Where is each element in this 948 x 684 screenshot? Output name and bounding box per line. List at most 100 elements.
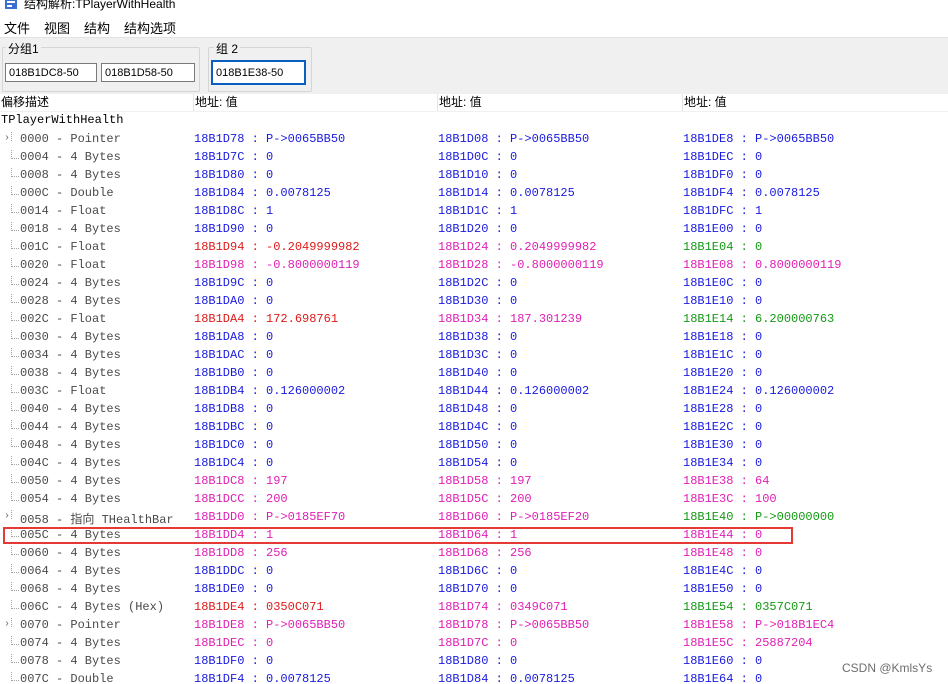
- address-value-cell[interactable]: 18B1D9C : 0: [194, 276, 273, 290]
- address-value-cell[interactable]: 18B1DF0 : 0: [194, 654, 273, 668]
- address-value-cell[interactable]: 18B1E18 : 0: [683, 330, 762, 344]
- address-value-cell[interactable]: 18B1E4C : 0: [683, 564, 762, 578]
- group-1-address-2[interactable]: [101, 63, 195, 82]
- address-value-cell[interactable]: 18B1DBC : 0: [194, 420, 273, 434]
- address-value-cell[interactable]: 18B1D0C : 0: [438, 150, 517, 164]
- address-value-cell[interactable]: 18B1DF0 : 0: [683, 168, 762, 182]
- tree-row[interactable]: 0004 - 4 Bytes 18B1D7C : 0 18B1D0C : 0 18B1…: [0, 148, 948, 166]
- row-offset-desc[interactable]: › 0070 - Pointer: [0, 618, 194, 634]
- tree-row[interactable]: 0008 - 4 Bytes 18B1D80 : 0 18B1D10 : 0 18B1…: [0, 166, 948, 184]
- address-value-cell[interactable]: 18B1D90 : 0: [194, 222, 273, 236]
- row-offset-desc[interactable]: 0004 - 4 Bytes: [0, 150, 194, 166]
- row-offset-desc[interactable]: 0024 - 4 Bytes: [0, 276, 194, 292]
- row-offset-desc[interactable]: 0050 - 4 Bytes: [0, 474, 194, 490]
- column-header-address-3[interactable]: 地址: 值: [683, 94, 948, 111]
- address-value-cell[interactable]: 18B1DF4 : 0.0078125: [194, 672, 331, 684]
- tree-row[interactable]: 000C - Double 18B1D84 : 0.0078125 18B1D14 …: [0, 184, 948, 202]
- address-value-cell[interactable]: 18B1D50 : 0: [438, 438, 517, 452]
- structure-tree[interactable]: TPlayerWithHealth › 0000 - Pointer 18B1D78…: [0, 112, 948, 684]
- menu-structure-options[interactable]: 结构选项: [124, 18, 176, 37]
- tree-row[interactable]: 007C - Double 18B1DF4 : 0.0078125 18B1D84 …: [0, 670, 948, 684]
- row-offset-desc[interactable]: 0060 - 4 Bytes: [0, 546, 194, 562]
- column-header-address-1[interactable]: 地址: 值: [194, 94, 438, 111]
- row-offset-desc[interactable]: 0048 - 4 Bytes: [0, 438, 194, 454]
- row-offset-desc[interactable]: 003C - Float: [0, 384, 194, 400]
- address-value-cell[interactable]: 18B1D78 : P->0065BB50: [194, 132, 345, 146]
- tree-row[interactable]: 006C - 4 Bytes (Hex) 18B1DE4 : 0350C071 18…: [0, 598, 948, 616]
- address-value-cell[interactable]: 18B1E40 : P->00000000: [683, 510, 834, 524]
- address-value-cell[interactable]: 18B1E54 : 0357C071: [683, 600, 813, 614]
- row-offset-desc[interactable]: 0064 - 4 Bytes: [0, 564, 194, 580]
- address-value-cell[interactable]: 18B1E08 : 0.8000000119: [683, 258, 841, 272]
- tree-row[interactable]: 0020 - Float 18B1D98 : -0.8000000119 18B1D…: [0, 256, 948, 274]
- row-offset-desc[interactable]: 0008 - 4 Bytes: [0, 168, 194, 184]
- row-offset-desc[interactable]: 0074 - 4 Bytes: [0, 636, 194, 652]
- address-value-cell[interactable]: 18B1D58 : 197: [438, 474, 532, 488]
- address-value-cell[interactable]: 18B1E3C : 100: [683, 492, 777, 506]
- row-offset-desc[interactable]: 0018 - 4 Bytes: [0, 222, 194, 238]
- tree-row[interactable]: 0014 - Float 18B1D8C : 1 18B1D1C : 1 18B1DF…: [0, 202, 948, 220]
- address-value-cell[interactable]: 18B1DE0 : 0: [194, 582, 273, 596]
- menu-file[interactable]: 文件: [4, 18, 30, 37]
- address-value-cell[interactable]: 18B1D78 : P->0065BB50: [438, 618, 589, 632]
- address-value-cell[interactable]: 18B1E38 : 64: [683, 474, 769, 488]
- tree-row[interactable]: 0028 - 4 Bytes 18B1DA0 : 0 18B1D30 : 0 18B1…: [0, 292, 948, 310]
- row-offset-desc[interactable]: 0038 - 4 Bytes: [0, 366, 194, 382]
- address-value-cell[interactable]: 18B1E28 : 0: [683, 402, 762, 416]
- tree-row[interactable]: 0078 - 4 Bytes 18B1DF0 : 0 18B1D80 : 0 18B1…: [0, 652, 948, 670]
- address-value-cell[interactable]: 18B1DB4 : 0.126000002: [194, 384, 345, 398]
- address-value-cell[interactable]: 18B1D14 : 0.0078125: [438, 186, 575, 200]
- tree-row[interactable]: 005C - 4 Bytes 18B1DD4 : 1 18B1D64 : 1 18B1…: [0, 526, 948, 544]
- address-value-cell[interactable]: 18B1DEC : 0: [194, 636, 273, 650]
- address-value-cell[interactable]: 18B1D1C : 1: [438, 204, 517, 218]
- menu-view[interactable]: 视图: [44, 18, 70, 37]
- address-value-cell[interactable]: 18B1E14 : 6.200000763: [683, 312, 834, 326]
- tree-row[interactable]: 0030 - 4 Bytes 18B1DA8 : 0 18B1D38 : 0 18B1…: [0, 328, 948, 346]
- address-value-cell[interactable]: 18B1E34 : 0: [683, 456, 762, 470]
- address-value-cell[interactable]: 18B1D98 : -0.8000000119: [194, 258, 360, 272]
- row-offset-desc[interactable]: 0028 - 4 Bytes: [0, 294, 194, 310]
- tree-row[interactable]: 0074 - 4 Bytes 18B1DEC : 0 18B1D7C : 0 18B1…: [0, 634, 948, 652]
- address-value-cell[interactable]: 18B1DB8 : 0: [194, 402, 273, 416]
- address-value-cell[interactable]: 18B1E00 : 0: [683, 222, 762, 236]
- address-value-cell[interactable]: 18B1D4C : 0: [438, 420, 517, 434]
- row-offset-desc[interactable]: 0020 - Float: [0, 258, 194, 274]
- tree-row[interactable]: 0048 - 4 Bytes 18B1DC0 : 0 18B1D50 : 0 18B1…: [0, 436, 948, 454]
- address-value-cell[interactable]: 18B1DE8 : P->0065BB50: [194, 618, 345, 632]
- address-value-cell[interactable]: 18B1E04 : 0: [683, 240, 762, 254]
- address-value-cell[interactable]: 18B1D80 : 0: [438, 654, 517, 668]
- row-offset-desc[interactable]: 0030 - 4 Bytes: [0, 330, 194, 346]
- address-value-cell[interactable]: 18B1DEC : 0: [683, 150, 762, 164]
- address-value-cell[interactable]: 18B1DE8 : P->0065BB50: [683, 132, 834, 146]
- row-offset-desc[interactable]: 0068 - 4 Bytes: [0, 582, 194, 598]
- address-value-cell[interactable]: 18B1D54 : 0: [438, 456, 517, 470]
- address-value-cell[interactable]: 18B1DC8 : 197: [194, 474, 288, 488]
- row-offset-desc[interactable]: 007C - Double: [0, 672, 194, 684]
- tree-row[interactable]: 0038 - 4 Bytes 18B1DB0 : 0 18B1D40 : 0 18B1…: [0, 364, 948, 382]
- menu-structure[interactable]: 结构: [84, 18, 110, 37]
- address-value-cell[interactable]: 18B1DB0 : 0: [194, 366, 273, 380]
- tree-row[interactable]: 0064 - 4 Bytes 18B1DDC : 0 18B1D6C : 0 18B1…: [0, 562, 948, 580]
- tree-row[interactable]: 0018 - 4 Bytes 18B1D90 : 0 18B1D20 : 0 18B1…: [0, 220, 948, 238]
- address-value-cell[interactable]: 18B1D38 : 0: [438, 330, 517, 344]
- address-value-cell[interactable]: 18B1DE4 : 0350C071: [194, 600, 324, 614]
- tree-row[interactable]: 0040 - 4 Bytes 18B1DB8 : 0 18B1D48 : 0 18B1…: [0, 400, 948, 418]
- expand-chevron-icon[interactable]: ›: [4, 618, 10, 632]
- row-offset-desc[interactable]: › 0000 - Pointer: [0, 132, 194, 148]
- address-value-cell[interactable]: 18B1D28 : -0.8000000119: [438, 258, 604, 272]
- group-2-address-1[interactable]: [211, 60, 306, 85]
- address-value-cell[interactable]: 18B1E0C : 0: [683, 276, 762, 290]
- address-value-cell[interactable]: 18B1DD8 : 256: [194, 546, 288, 560]
- address-value-cell[interactable]: 18B1D94 : -0.2049999982: [194, 240, 360, 254]
- address-value-cell[interactable]: 18B1D60 : P->0185EF20: [438, 510, 589, 524]
- address-value-cell[interactable]: 18B1D68 : 256: [438, 546, 532, 560]
- address-value-cell[interactable]: 18B1D44 : 0.126000002: [438, 384, 589, 398]
- address-value-cell[interactable]: 18B1E24 : 0.126000002: [683, 384, 834, 398]
- address-value-cell[interactable]: 18B1D30 : 0: [438, 294, 517, 308]
- address-value-cell[interactable]: 18B1DDC : 0: [194, 564, 273, 578]
- row-offset-desc[interactable]: › 0058 - 指向 THealthBar: [0, 510, 194, 526]
- address-value-cell[interactable]: 18B1E48 : 0: [683, 546, 762, 560]
- tree-row[interactable]: 0044 - 4 Bytes 18B1DBC : 0 18B1D4C : 0 18B1…: [0, 418, 948, 436]
- address-value-cell[interactable]: 18B1E30 : 0: [683, 438, 762, 452]
- address-value-cell[interactable]: 18B1D6C : 0: [438, 564, 517, 578]
